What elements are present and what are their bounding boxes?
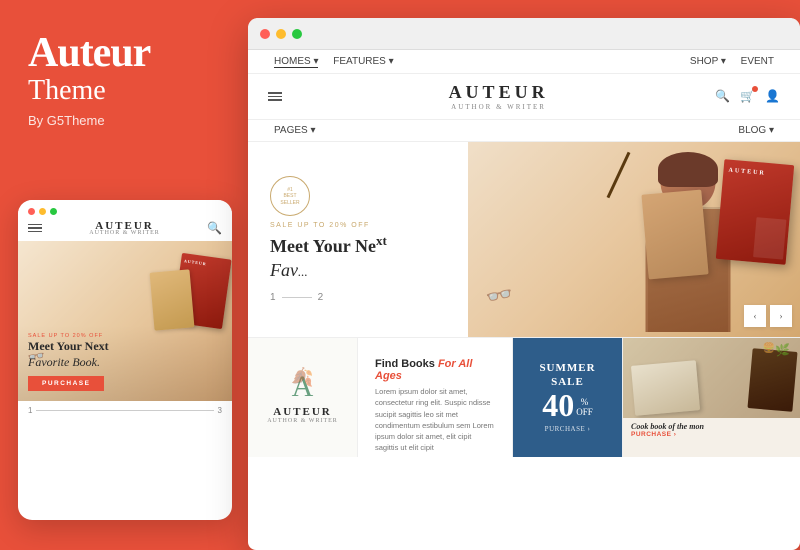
next-arrow[interactable]: ›	[770, 305, 792, 327]
mobile-dot-red	[28, 208, 35, 215]
mobile-mockup: AUTEUR AUTHOR & WRITER 🔍 AUTEUR 👓 SALE U…	[18, 200, 232, 520]
hero-sale-text: SALE UP TO 20% OFF	[270, 222, 446, 229]
hero-subtitle: Fav...	[270, 260, 446, 282]
site-nav-top: HOMES ▾ FEATURES ▾ SHOP ▾ EVENT	[248, 50, 800, 74]
site-hamburger[interactable]	[268, 92, 282, 101]
search-icon[interactable]: 🔍	[715, 89, 730, 104]
brand-title: Auteur	[28, 30, 220, 76]
header-icons: 🔍 🛒 👤	[715, 89, 780, 104]
cookbook-bottom: Cook book of the mon PURCHASE ›	[623, 418, 800, 442]
nav-arrows: ‹ ›	[744, 305, 792, 327]
book-inner-deco	[753, 217, 786, 259]
cookbook-book2	[747, 348, 797, 412]
hero-content: #1BESTSELLER SALE UP TO 20% OFF Meet You…	[248, 142, 468, 337]
hamburger-line	[268, 99, 282, 101]
cart-badge	[752, 86, 758, 92]
card-books-logo: A 🍂 AUTEUR AUTHOR & WRITER	[248, 338, 358, 457]
left-panel: Auteur Theme By G5Theme AUTEUR AUTHOR & …	[0, 0, 248, 550]
auteur-logo-full: AUTEUR AUTHOR & WRITER	[267, 406, 338, 424]
books-deco: A 🍂	[292, 372, 314, 402]
nav-pages[interactable]: PAGES ▾	[274, 125, 316, 136]
mobile-purchase-button[interactable]: PURCHASE	[28, 376, 104, 391]
hero-pagination: 1 2	[270, 292, 446, 303]
browser-dot-green[interactable]	[292, 29, 302, 39]
hero-award: #1BESTSELLER	[270, 176, 310, 216]
hero-image: 👓 AUTEUR ‹ ›	[468, 142, 800, 337]
user-icon[interactable]: 👤	[765, 89, 780, 104]
mobile-hamburger[interactable]	[28, 224, 42, 233]
nav-homes[interactable]: HOMES ▾	[274, 56, 318, 68]
hamburger-line	[28, 224, 42, 226]
hero-title: Meet Your Next	[270, 233, 446, 258]
cookbook-title: Cook book of the mon	[631, 422, 792, 431]
cookbook-image: 🌿 🍔	[623, 338, 800, 418]
prev-arrow[interactable]: ‹	[744, 305, 766, 327]
hamburger-line	[268, 96, 282, 98]
site-logo: AUTEUR AUTHOR & WRITER	[282, 82, 715, 111]
brand-subtitle: Theme	[28, 76, 220, 107]
glasses-icon: 👓	[484, 280, 516, 311]
card-find-title: Find Books For All Ages	[375, 358, 495, 382]
site-header: AUTEUR AUTHOR & WRITER 🔍 🛒 👤	[248, 74, 800, 120]
sale-link[interactable]: PURCHASE ›	[545, 425, 591, 433]
cookbook-link[interactable]: PURCHASE ›	[631, 431, 792, 438]
card-find-body: Lorem ipsum dolor sit amet, consectetur …	[375, 386, 495, 454]
person-hair	[658, 152, 718, 187]
books-logo-content: A 🍂 AUTEUR AUTHOR & WRITER	[260, 350, 345, 445]
find-books-content: Find Books For All Ages Lorem ipsum dolo…	[370, 350, 500, 457]
pagination-line	[36, 410, 213, 411]
browser-dot-yellow[interactable]	[276, 29, 286, 39]
book-cover-main: AUTEUR	[716, 159, 794, 265]
brand-by: By G5Theme	[28, 113, 220, 128]
bottom-cards: A 🍂 AUTEUR AUTHOR & WRITER Find Books Fo…	[248, 337, 800, 457]
nav-event[interactable]: EVENT	[741, 56, 774, 67]
nav-features[interactable]: FEATURES ▾	[333, 56, 393, 67]
card-find-books: Find Books For All Ages Lorem ipsum dolo…	[358, 338, 513, 457]
mobile-dot-green	[50, 208, 57, 215]
hamburger-line	[268, 92, 282, 94]
sale-percent-block: 40%OFF	[542, 389, 593, 421]
nav-blog[interactable]: BLOG ▾	[738, 125, 774, 136]
hamburger-line	[28, 227, 42, 229]
nav-right: SHOP ▾ EVENT	[684, 56, 780, 67]
mobile-logo: AUTEUR AUTHOR & WRITER	[42, 220, 207, 236]
sale-percent: 40	[542, 387, 574, 423]
hamburger-line	[28, 231, 42, 233]
cookbook-deco: 🌿	[775, 343, 790, 358]
nav-left: HOMES ▾ FEATURES ▾	[268, 56, 400, 67]
mobile-dots	[18, 200, 232, 220]
mobile-dot-yellow	[39, 208, 46, 215]
mobile-pagination: 1 3	[18, 401, 232, 420]
browser-titlebar	[248, 18, 800, 50]
cookbook-book	[631, 360, 700, 415]
site-nav-bottom: PAGES ▾ BLOG ▾	[248, 120, 800, 142]
mobile-book-second	[150, 269, 195, 330]
card-summer-sale: SUMMER SALE 40%OFF PURCHASE ›	[513, 338, 623, 457]
site-content: HOMES ▾ FEATURES ▾ SHOP ▾ EVENT AUTEUR A…	[248, 50, 800, 457]
flower-deco: 🍂	[291, 367, 313, 388]
pagination-line	[282, 297, 312, 298]
nav-shop[interactable]: SHOP ▾	[690, 56, 726, 67]
hero-section: #1BESTSELLER SALE UP TO 20% OFF Meet You…	[248, 142, 800, 337]
cookbook-deco2: 🍔	[763, 343, 775, 354]
mobile-search-icon[interactable]: 🔍	[207, 221, 222, 236]
mobile-hero-overlay: SALE UP TO 20% OFF Meet Your Next Favori…	[18, 325, 232, 401]
browser-dot-red[interactable]	[260, 29, 270, 39]
card-cookbook: 🌿 🍔 Cook book of the mon PURCHASE ›	[623, 338, 800, 457]
book-cover-second	[641, 190, 708, 280]
sale-title: SUMMER SALE	[523, 362, 612, 388]
mobile-hero: AUTEUR 👓 SALE UP TO 20% OFF Meet Your Ne…	[18, 241, 232, 401]
mobile-header: AUTEUR AUTHOR & WRITER 🔍	[18, 220, 232, 241]
cart-icon[interactable]: 🛒	[740, 89, 755, 104]
sale-off: %OFF	[576, 397, 593, 417]
browser-window: HOMES ▾ FEATURES ▾ SHOP ▾ EVENT AUTEUR A…	[248, 18, 800, 550]
